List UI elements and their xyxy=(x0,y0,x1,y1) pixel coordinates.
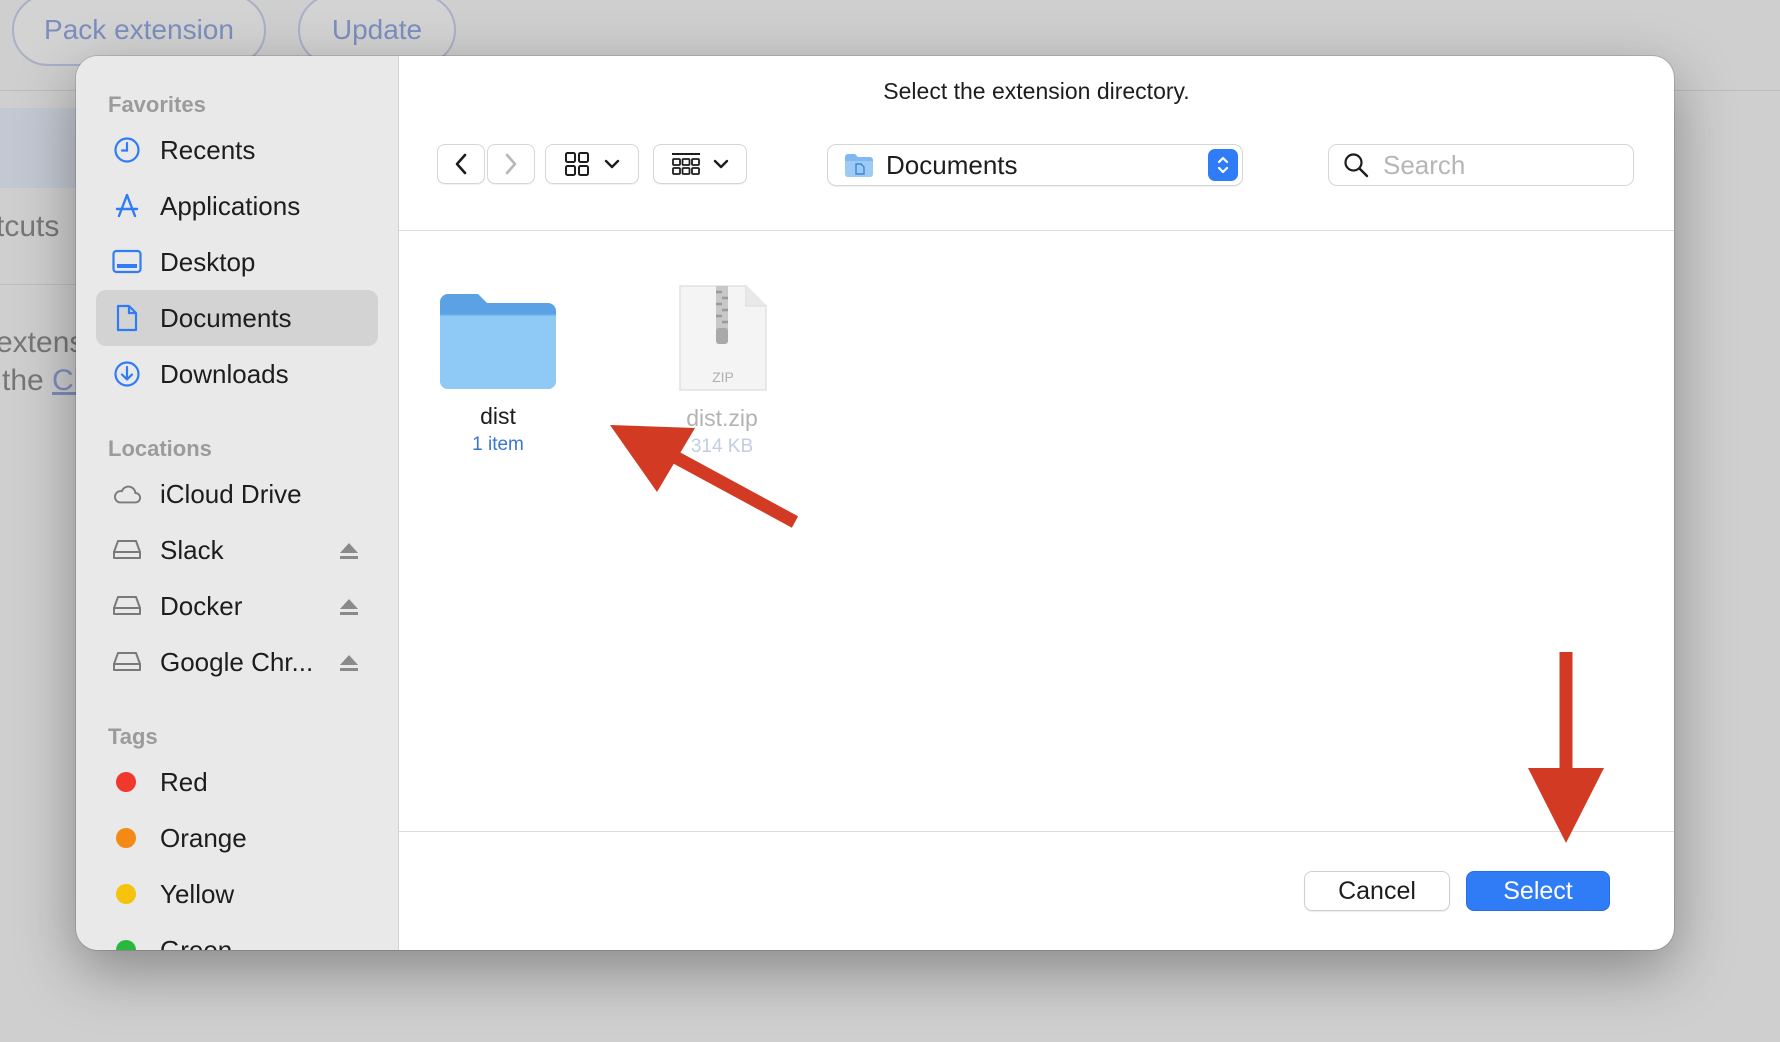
sidebar-item-label: Downloads xyxy=(160,358,289,389)
sidebar-item-label: Green xyxy=(160,934,233,951)
chevron-left-icon xyxy=(455,153,467,175)
cloud-icon xyxy=(112,479,142,509)
sidebar-item-recents[interactable]: Recents xyxy=(96,122,378,178)
chevron-down-icon xyxy=(604,159,620,169)
dialog-title: Select the extension directory. xyxy=(883,78,1190,104)
icon-view-icon xyxy=(565,152,589,176)
background-sidebar-highlight xyxy=(0,108,78,188)
chevron-down-icon xyxy=(713,159,729,169)
clock-icon xyxy=(112,135,142,165)
background-description-text: the Cl xyxy=(2,364,80,398)
sidebar-item-desktop[interactable]: Desktop xyxy=(96,234,378,290)
folder-icon xyxy=(845,154,873,177)
toolbar-divider xyxy=(399,230,1674,231)
desktop-icon xyxy=(112,247,142,277)
sidebar-item-label: Slack xyxy=(160,534,224,565)
sidebar-item-label: Google Chr... xyxy=(160,646,314,677)
locations-heading: Locations xyxy=(108,436,212,461)
file-meta: 1 item xyxy=(472,434,524,455)
sidebar-item-tag-orange[interactable]: Orange xyxy=(96,810,378,866)
sidebar-item-google-chrome[interactable]: Google Chr... xyxy=(96,634,378,690)
sidebar: Favorites Recents Applications Desktop D… xyxy=(76,56,399,950)
red-tag-dot-icon xyxy=(116,772,136,792)
drive-icon xyxy=(112,535,142,565)
zip-file-icon: ZIP xyxy=(679,285,767,391)
file-item-dist-folder[interactable]: dist 1 item xyxy=(418,288,578,456)
sidebar-item-tag-yellow[interactable]: Yellow xyxy=(96,866,378,922)
green-tag-dot-icon xyxy=(116,940,136,950)
file-meta: 314 KB xyxy=(690,436,754,457)
sidebar-item-slack[interactable]: Slack xyxy=(96,522,378,578)
folder-icon xyxy=(440,294,556,389)
view-mode-button[interactable] xyxy=(545,144,639,184)
search-input[interactable] xyxy=(1381,148,1615,182)
search-field[interactable] xyxy=(1328,144,1634,186)
applications-icon xyxy=(112,191,142,221)
drive-icon xyxy=(112,591,142,621)
cancel-button[interactable]: Cancel xyxy=(1304,871,1450,911)
sidebar-item-label: Documents xyxy=(160,302,292,333)
location-popup[interactable]: Documents xyxy=(827,144,1243,186)
file-item-dist-zip: ZIP dist.zip 314 KB xyxy=(642,282,802,458)
sidebar-item-tag-green[interactable]: Green xyxy=(96,922,378,950)
background-divider xyxy=(0,284,78,285)
zip-label: ZIP xyxy=(712,369,734,385)
file-browser-pane: Select the extension directory. Document… xyxy=(399,56,1674,950)
background-shortcuts-text: tcuts xyxy=(0,210,60,243)
sidebar-item-docker[interactable]: Docker xyxy=(96,578,378,634)
sidebar-item-downloads[interactable]: Downloads xyxy=(96,346,378,402)
file-name: dist.zip xyxy=(686,405,758,431)
sidebar-item-label: Orange xyxy=(160,822,247,853)
eject-icon[interactable] xyxy=(338,652,360,674)
updown-chevron-icon xyxy=(1208,149,1238,181)
sidebar-item-label: Applications xyxy=(160,190,301,221)
group-view-icon xyxy=(672,153,700,175)
sidebar-item-label: Desktop xyxy=(160,246,256,277)
file-name: dist xyxy=(480,403,516,429)
open-panel-dialog: Favorites Recents Applications Desktop D… xyxy=(76,56,1674,950)
tags-heading: Tags xyxy=(108,724,158,749)
orange-tag-dot-icon xyxy=(116,828,136,848)
sidebar-item-icloud-drive[interactable]: iCloud Drive xyxy=(96,466,378,522)
forward-button[interactable] xyxy=(487,144,535,184)
yellow-tag-dot-icon xyxy=(116,884,136,904)
sidebar-item-label: Recents xyxy=(160,134,256,165)
sidebar-item-label: Docker xyxy=(160,590,243,621)
sidebar-item-label: Red xyxy=(160,766,208,797)
favorites-heading: Favorites xyxy=(108,92,206,117)
search-icon xyxy=(1344,153,1369,178)
background-extensions-text: extens xyxy=(0,326,85,359)
sidebar-item-label: iCloud Drive xyxy=(160,478,302,509)
eject-icon[interactable] xyxy=(338,596,360,618)
background-the-text: the xyxy=(2,364,53,397)
download-icon xyxy=(112,359,142,389)
eject-icon[interactable] xyxy=(338,540,360,562)
select-button[interactable]: Select xyxy=(1466,871,1610,911)
location-popup-label: Documents xyxy=(886,149,1018,180)
sidebar-item-documents[interactable]: Documents xyxy=(96,290,378,346)
back-button[interactable] xyxy=(437,144,485,184)
drive-icon xyxy=(112,647,142,677)
group-by-button[interactable] xyxy=(653,144,747,184)
footer-divider xyxy=(399,831,1674,832)
sidebar-item-applications[interactable]: Applications xyxy=(96,178,378,234)
document-icon xyxy=(112,303,142,333)
sidebar-item-label: Yellow xyxy=(160,878,235,909)
sidebar-item-tag-red[interactable]: Red xyxy=(96,754,378,810)
chevron-right-icon xyxy=(505,153,517,175)
